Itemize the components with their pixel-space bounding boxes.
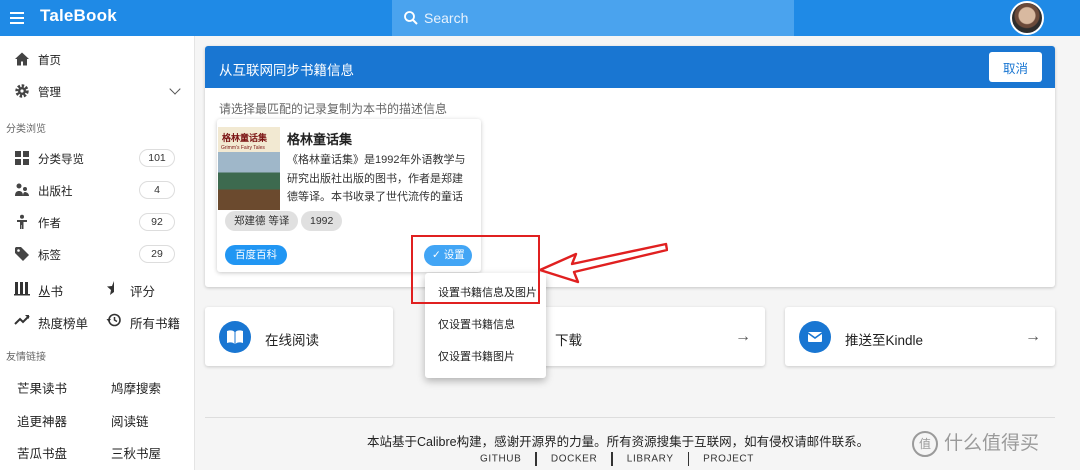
friend-link[interactable]: 芒果读书 <box>17 378 67 397</box>
search-icon <box>404 11 418 25</box>
card-header: 从互联网同步书籍信息 取消 <box>205 46 1055 88</box>
tag-icon <box>15 247 29 261</box>
gear-icon <box>15 84 29 98</box>
footer-link-library[interactable]: LIBRARY <box>627 454 674 465</box>
send-kindle-label: 推送至Kindle <box>845 333 924 348</box>
series-icon <box>14 282 30 296</box>
footer-link-github[interactable]: GITHUB <box>480 454 521 465</box>
nav-category[interactable]: 分类导览 101 <box>0 143 195 173</box>
friend-link[interactable]: 追更神器 <box>17 411 67 430</box>
nav-manage-label: 管理 <box>38 87 61 99</box>
count-badge: 101 <box>139 149 175 167</box>
card-subtitle: 请选择最匹配的记录复制为本书的描述信息 <box>219 102 448 116</box>
footer-link-project[interactable]: PROJECT <box>703 454 754 465</box>
history-icon <box>106 313 121 327</box>
author-icon <box>17 214 27 229</box>
nav-hot-label: 热度榜单 <box>38 317 89 331</box>
book-description: 《格林童话集》是1992年外语教学与研究出版社出版的图书，作者是郑建德等译。本书… <box>287 154 466 203</box>
nav-all-books-label: 所有书籍 <box>130 317 181 331</box>
friend-link[interactable]: 三秋书屋 <box>111 443 161 462</box>
watermark-text: 什么值得买 <box>944 433 1040 454</box>
search-input[interactable] <box>424 7 774 29</box>
category-icon <box>15 151 29 165</box>
nav-rating-label: 评分 <box>130 285 156 299</box>
read-online-label: 在线阅读 <box>265 333 319 348</box>
annotation-box <box>411 235 540 304</box>
publisher-icon <box>15 183 29 196</box>
nav-author-label: 作者 <box>38 218 61 230</box>
book-open-icon <box>219 321 251 353</box>
download-label: 下载 <box>555 333 582 348</box>
nav-publisher[interactable]: 出版社 4 <box>0 175 195 205</box>
friend-link[interactable]: 苦瓜书盘 <box>17 443 67 462</box>
search-bar[interactable] <box>392 0 794 36</box>
cover-title: 格林童话集 <box>222 133 268 143</box>
friend-link[interactable]: 鸠摩搜索 <box>111 378 161 397</box>
footer-text: 本站基于Calibre构建，感谢开源界的力量。所有资源搜集于互联网，如有侵权请邮… <box>367 435 870 449</box>
author-chip: 郑建德 等译 <box>225 211 299 231</box>
nav-rating[interactable]: 评分 <box>106 274 186 302</box>
count-badge: 4 <box>139 181 175 199</box>
book-cover: 格林童话集 Grimm's Fairy Tales <box>218 127 280 210</box>
star-half-icon <box>107 281 114 295</box>
nav-all-books[interactable]: 所有书籍 <box>106 306 192 334</box>
nav-author[interactable]: 作者 92 <box>0 207 195 237</box>
annotation-arrow-icon <box>538 242 668 284</box>
send-kindle-card[interactable]: 推送至Kindle → <box>785 307 1055 366</box>
top-app-bar: TaleBook <box>0 0 1080 36</box>
trending-up-icon <box>14 315 30 325</box>
user-avatar[interactable] <box>1010 1 1044 35</box>
menu-item-set-cover-only[interactable]: 仅设置书籍图片 <box>425 341 546 373</box>
nav-home[interactable]: 首页 <box>0 44 195 74</box>
watermark: 值什么值得买 <box>912 428 1039 457</box>
count-badge: 29 <box>139 245 175 263</box>
year-chip: 1992 <box>301 211 343 231</box>
arrow-right-icon: → <box>1025 328 1041 345</box>
nav-publisher-label: 出版社 <box>38 186 73 198</box>
nav-series-label: 丛书 <box>38 285 64 299</box>
app-brand[interactable]: TaleBook <box>40 6 117 26</box>
footer-link-docker[interactable]: DOCKER <box>551 454 597 465</box>
section-links-title: 友情链接 <box>6 352 46 363</box>
card-title: 从互联网同步书籍信息 <box>219 63 354 78</box>
nav-manage[interactable]: 管理 <box>0 76 195 106</box>
sidebar: 首页 管理 分类浏览 分类导览 101 出版社 4 作者 92 标签 29 丛书… <box>0 36 195 470</box>
nav-series[interactable]: 丛书 <box>14 274 94 302</box>
nav-hot[interactable]: 热度榜单 <box>14 306 104 334</box>
read-online-card[interactable]: 在线阅读 <box>205 307 393 366</box>
source-chip[interactable]: 百度百科 <box>225 245 287 265</box>
cover-subtitle: Grimm's Fairy Tales <box>221 145 265 151</box>
menu-icon[interactable] <box>6 6 30 30</box>
menu-item-set-info-only[interactable]: 仅设置书籍信息 <box>425 309 546 341</box>
count-badge: 92 <box>139 213 175 231</box>
watermark-logo: 值 <box>912 430 938 457</box>
nav-home-label: 首页 <box>38 55 61 67</box>
footer-links: GITHUB DOCKER LIBRARY PROJECT <box>480 452 754 466</box>
friend-link[interactable]: 阅读链 <box>111 411 149 430</box>
nav-category-label: 分类导览 <box>38 154 84 166</box>
book-title: 格林童话集 <box>287 132 353 147</box>
home-icon <box>15 52 29 66</box>
chevron-down-icon[interactable] <box>169 83 181 95</box>
section-browse-title: 分类浏览 <box>6 124 46 135</box>
mail-icon <box>799 321 831 353</box>
footer-divider <box>205 417 1055 418</box>
arrow-right-icon: → <box>735 328 751 345</box>
nav-tags-label: 标签 <box>38 250 61 262</box>
cancel-button[interactable]: 取消 <box>989 52 1042 82</box>
nav-tags[interactable]: 标签 29 <box>0 239 195 269</box>
